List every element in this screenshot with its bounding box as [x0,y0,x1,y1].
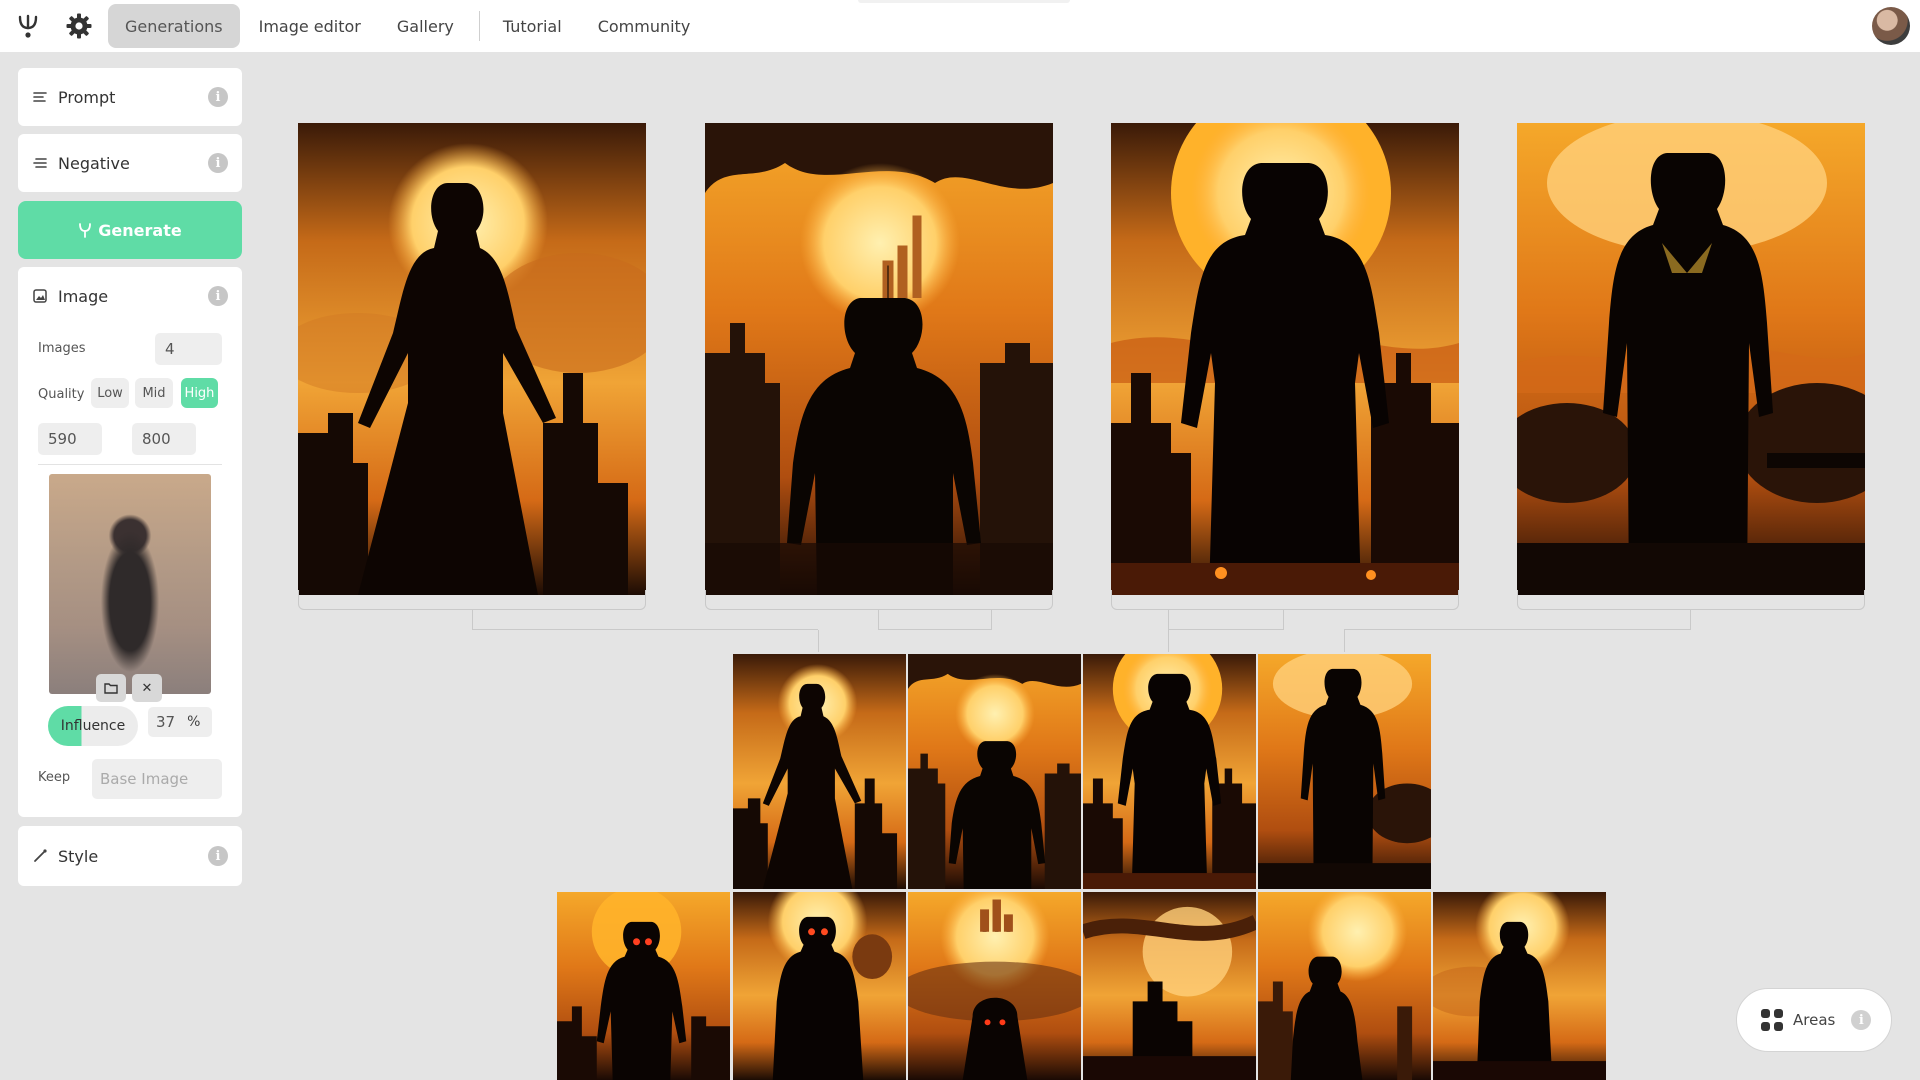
branch-connector [818,630,819,652]
app-logo-icon[interactable] [14,12,42,40]
variation-image[interactable] [733,654,906,889]
generate-label: Generate [98,220,182,240]
influence-label: Influence [60,718,126,734]
variation-image[interactable] [908,654,1081,889]
variation-image[interactable] [557,892,730,1080]
prompt-label: Prompt [58,87,116,107]
influence-value: 37 [156,713,176,731]
user-avatar[interactable] [1872,7,1910,45]
generated-image-1[interactable] [298,123,646,595]
branch-connector [1344,610,1691,630]
height-input[interactable]: 800 [132,423,196,455]
negative-section[interactable]: Negative i [18,134,242,192]
keep-label: Keep [38,770,71,785]
base-image-thumbnail[interactable] [49,474,211,694]
width-input[interactable]: 590 [38,423,102,455]
remove-image-close-icon[interactable]: ✕ [132,674,162,702]
image-info-icon[interactable]: i [208,286,228,306]
variation-image[interactable] [1083,892,1256,1080]
variation-image[interactable] [1258,892,1431,1080]
main-nav: Generations Image editor Gallery Tutoria… [108,4,709,48]
variation-image[interactable] [1258,654,1431,889]
nav-image-editor[interactable]: Image editor [242,4,378,48]
images-label: Images [38,341,86,356]
prompt-section[interactable]: Prompt i [18,68,242,126]
top-drag-handle[interactable] [858,0,1070,3]
quality-label: Quality [38,387,85,402]
nav-generations[interactable]: Generations [108,4,240,48]
keep-select[interactable]: Base Image [92,759,222,799]
branch-connector [1168,610,1284,630]
image-1-frame [298,590,646,610]
quality-high-button[interactable]: High [181,378,218,408]
areas-label: Areas [1793,1011,1836,1029]
generated-image-3[interactable] [1111,123,1459,595]
grid-icon [1761,1009,1783,1031]
nav-divider [478,11,480,41]
quality-mid-button[interactable]: Mid [135,378,173,408]
nav-tutorial[interactable]: Tutorial [486,4,579,48]
nav-gallery[interactable]: Gallery [380,4,471,48]
generate-button[interactable]: Generate [18,201,242,259]
areas-button[interactable]: Areas i [1736,988,1892,1052]
style-label: Style [58,846,99,866]
variation-image[interactable] [908,892,1081,1080]
images-count-input[interactable]: 4 [155,333,222,365]
prompt-lines-icon [32,89,48,105]
nav-community[interactable]: Community [581,4,708,48]
influence-slider[interactable]: Influence [48,706,138,746]
open-folder-icon[interactable] [96,674,126,702]
brush-icon [32,848,48,864]
branch-connector [1344,630,1345,652]
negative-info-icon[interactable]: i [208,153,228,173]
generated-image-4[interactable] [1517,123,1865,595]
image-label: Image [58,286,109,306]
areas-info-icon[interactable]: i [1851,1010,1872,1030]
image-2-frame [705,590,1053,610]
influence-unit: % [187,714,201,730]
style-info-icon[interactable]: i [208,846,228,866]
prompt-info-icon[interactable]: i [208,87,228,107]
branch-connector [878,610,992,630]
variation-image[interactable] [1083,654,1256,889]
quality-low-button[interactable]: Low [91,378,129,408]
variation-image[interactable] [733,892,906,1080]
negative-label: Negative [58,153,130,173]
negative-lines-icon [32,155,48,171]
image-icon [32,288,48,304]
image-4-frame [1517,590,1865,610]
branch-connector [1168,630,1169,652]
generate-fork-icon [79,223,92,238]
branch-connector [472,610,818,630]
generated-image-2[interactable] [705,123,1053,595]
variation-image[interactable] [1433,892,1606,1080]
image-divider [38,464,222,465]
settings-gear-icon[interactable] [65,12,93,40]
influence-value-input[interactable]: 37 % [148,707,212,737]
image-3-frame [1111,590,1459,610]
style-section[interactable]: Style i [18,826,242,886]
top-bar: Generations Image editor Gallery Tutoria… [0,0,1920,52]
